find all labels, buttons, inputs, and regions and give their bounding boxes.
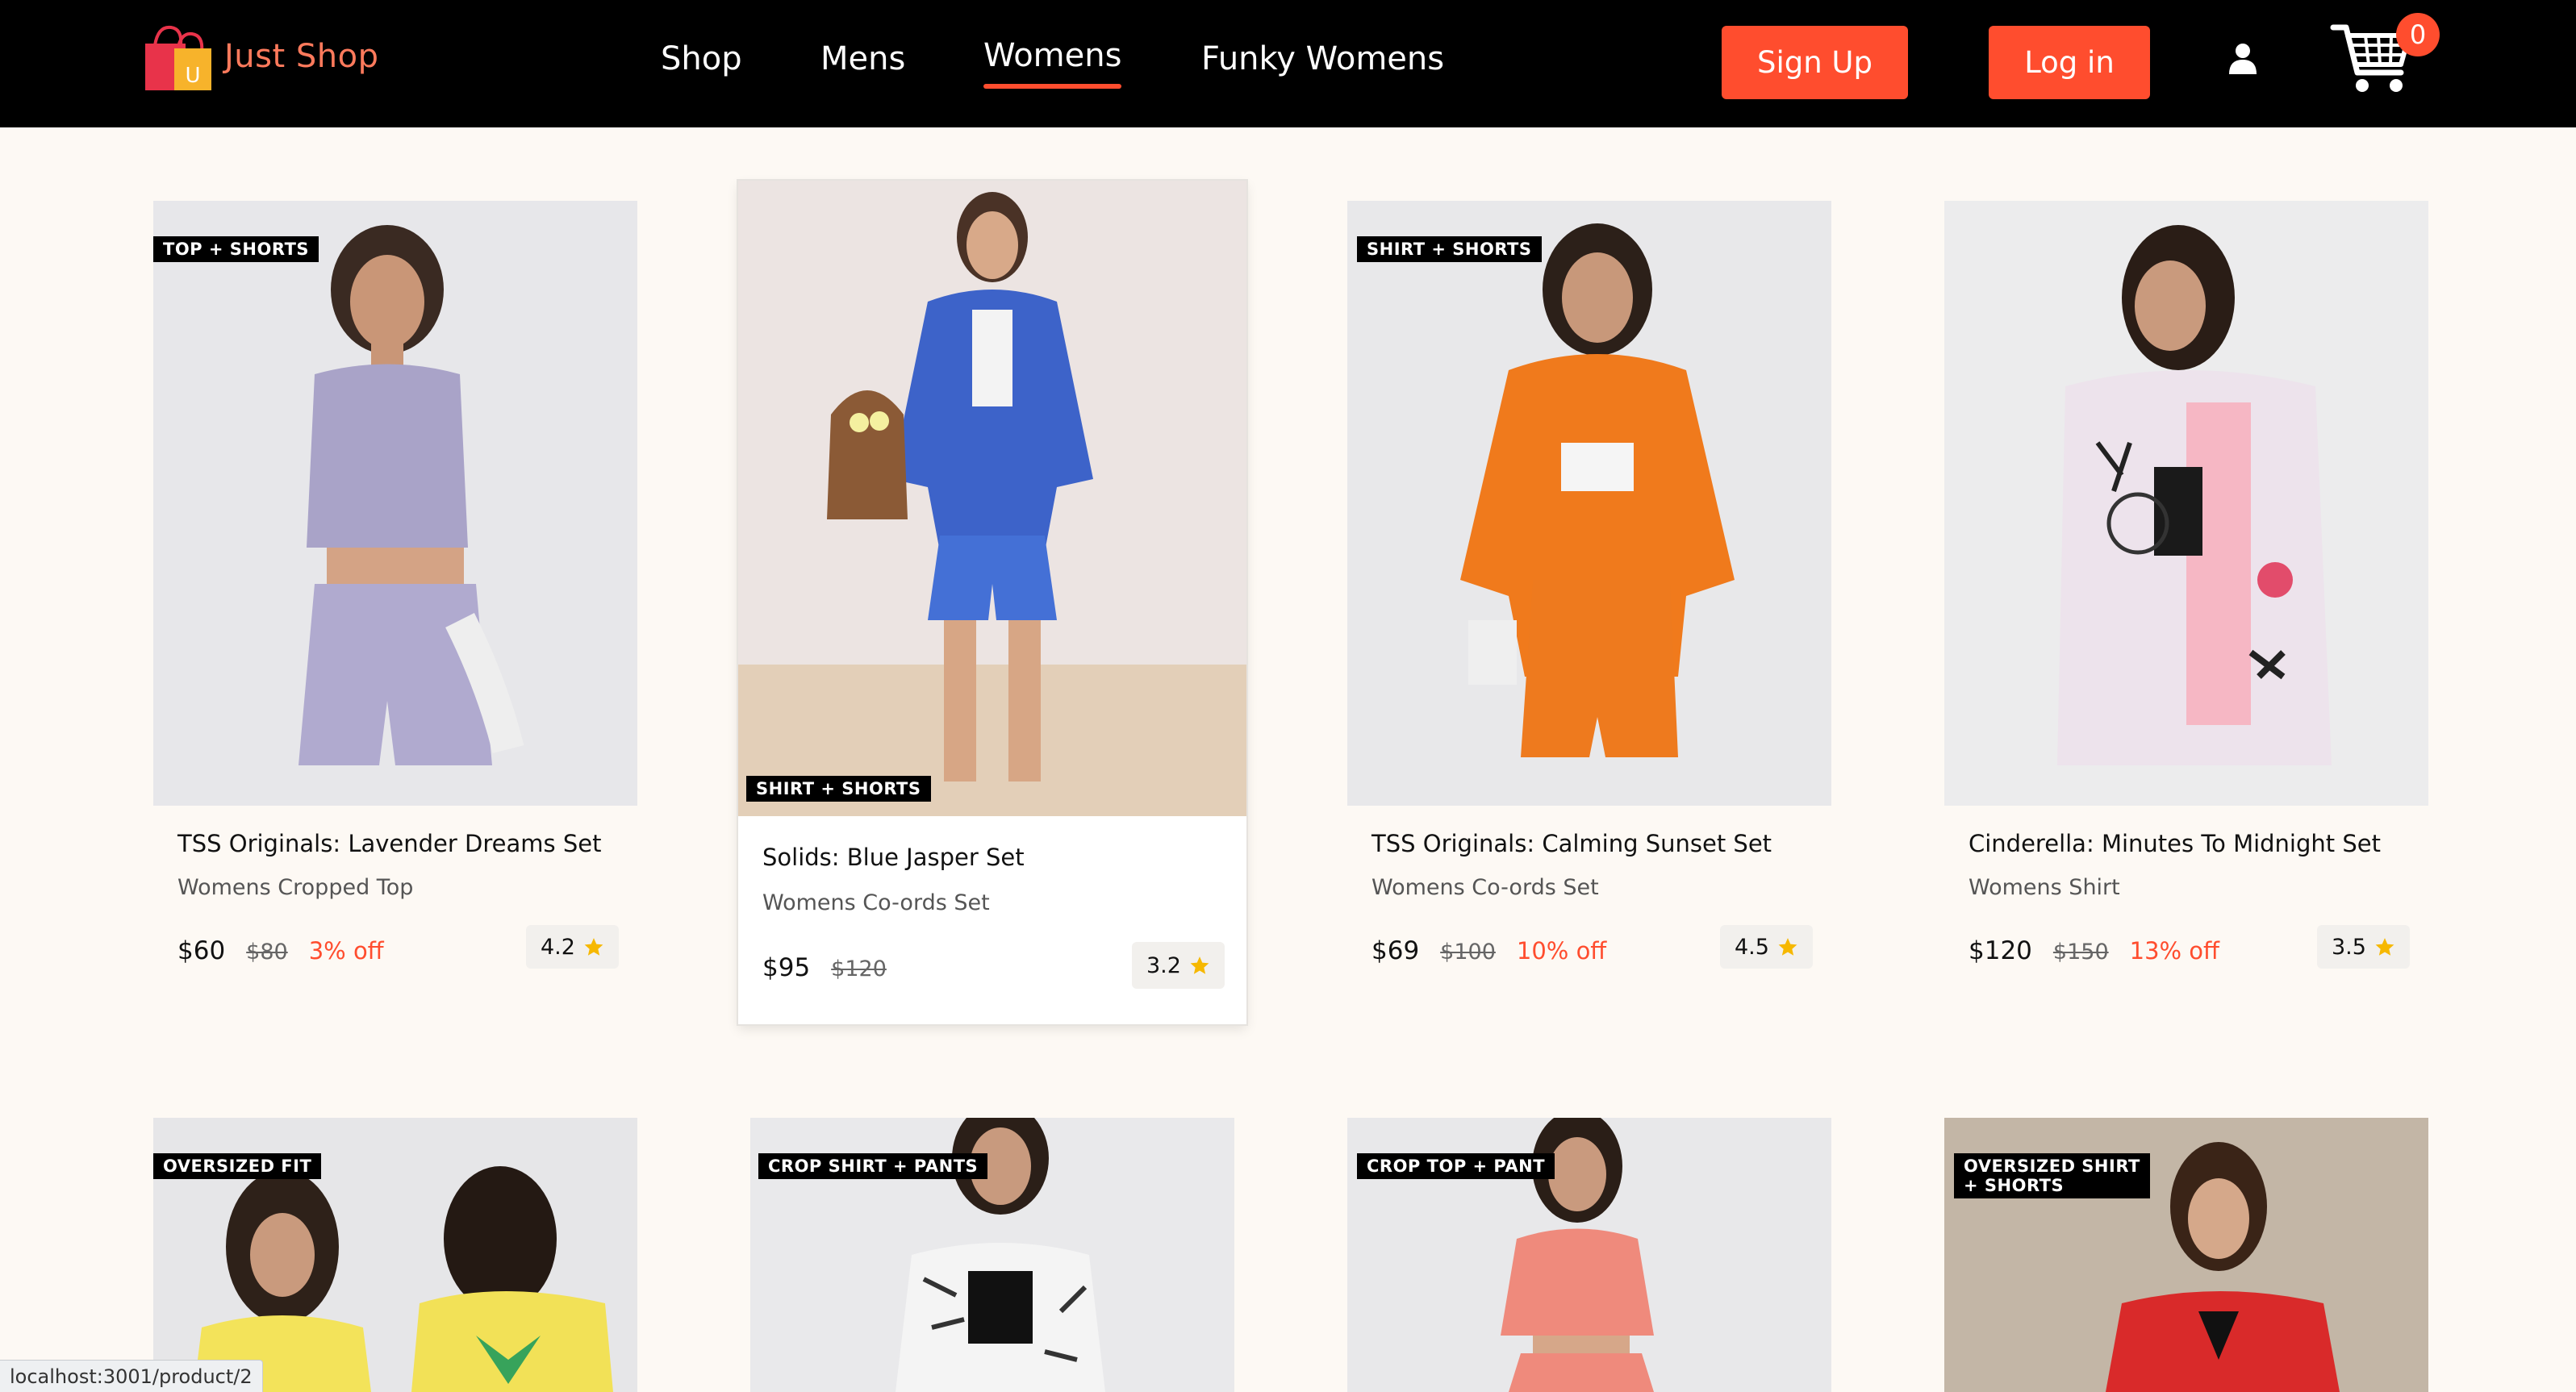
product-category: Womens Co-ords Set bbox=[1372, 875, 1599, 900]
star-icon bbox=[2375, 938, 2394, 956]
product-title: TSS Originals: Lavender Dreams Set bbox=[177, 830, 602, 857]
product-discount: 3% off bbox=[308, 937, 384, 965]
rating-badge: 4.5 bbox=[1720, 925, 1813, 969]
product-image[interactable]: OVERSIZED FIT bbox=[153, 1118, 637, 1392]
product-card[interactable]: SHIRT + SHORTS TSS Originals: Calming Su… bbox=[1347, 201, 1831, 1007]
product-price: $95 bbox=[762, 953, 811, 982]
product-tag: CROP SHIRT + PANTS bbox=[758, 1153, 988, 1180]
product-card[interactable]: SHIRT + SHORTS Solids: Blue Jasper Set W… bbox=[738, 181, 1246, 1024]
product-tag: OVERSIZED FIT bbox=[153, 1153, 322, 1180]
nav-link-funky-womens[interactable]: Funky Womens bbox=[1201, 40, 1444, 77]
price-row: $69 $100 10% off bbox=[1372, 936, 1606, 965]
status-bar-url: localhost:3001/product/2 bbox=[0, 1360, 263, 1392]
user-icon[interactable] bbox=[2227, 42, 2259, 74]
product-original-price: $150 bbox=[2052, 940, 2109, 965]
rating-badge: 4.2 bbox=[526, 925, 619, 969]
product-card[interactable]: TOP + SHORTS TSS Originals: Lavender Dre… bbox=[153, 201, 637, 1007]
nav-link-mens[interactable]: Mens bbox=[820, 40, 905, 77]
product-card[interactable]: CROP TOP + PANT bbox=[1347, 1118, 1831, 1392]
nav-link-shop[interactable]: Shop bbox=[661, 40, 742, 77]
product-tag: OVERSIZED SHIRT + SHORTS bbox=[1954, 1153, 2150, 1199]
rating-value: 4.2 bbox=[541, 934, 575, 960]
rating-badge: 3.2 bbox=[1132, 942, 1225, 989]
product-photo bbox=[1460, 223, 1735, 757]
product-photo bbox=[2057, 225, 2332, 765]
nav-link-womens[interactable]: Womens bbox=[983, 37, 1122, 89]
log-in-button[interactable]: Log in bbox=[1989, 26, 2150, 99]
product-tag: CROP TOP + PANT bbox=[1357, 1153, 1555, 1180]
product-original-price: $120 bbox=[831, 956, 887, 981]
brand-logo[interactable]: U Just Shop bbox=[144, 21, 379, 92]
price-row: $60 $80 3% off bbox=[177, 936, 384, 965]
product-card[interactable]: CROP SHIRT + PANTS bbox=[750, 1118, 1234, 1392]
product-card[interactable]: OVERSIZED SHIRT + SHORTS bbox=[1944, 1118, 2428, 1392]
product-discount: 10% off bbox=[1516, 937, 1607, 965]
star-icon bbox=[1778, 938, 1797, 956]
rating-value: 4.5 bbox=[1735, 934, 1769, 960]
product-image[interactable]: TOP + SHORTS bbox=[153, 201, 637, 806]
product-tag: SHIRT + SHORTS bbox=[746, 775, 931, 802]
shopping-bag-icon: U bbox=[145, 25, 211, 90]
navbar: U Just Shop Shop Mens Womens Funky Women… bbox=[0, 0, 2576, 127]
product-tag: SHIRT + SHORTS bbox=[1357, 236, 1542, 263]
star-icon bbox=[1190, 956, 1209, 974]
product-title: TSS Originals: Calming Sunset Set bbox=[1372, 830, 1772, 857]
price-row: $95 $120 bbox=[762, 953, 887, 982]
product-price: $120 bbox=[1969, 936, 2032, 965]
logo-letter: U bbox=[185, 64, 200, 88]
rating-value: 3.5 bbox=[2332, 934, 2366, 960]
product-image[interactable]: CROP TOP + PANT bbox=[1347, 1118, 1831, 1392]
product-discount: 13% off bbox=[2129, 937, 2220, 965]
price-row: $120 $150 13% off bbox=[1969, 936, 2219, 965]
product-image[interactable]: SHIRT + SHORTS bbox=[1347, 201, 1831, 806]
product-tag: TOP + SHORTS bbox=[153, 236, 319, 263]
product-image[interactable]: OVERSIZED SHIRT + SHORTS bbox=[1944, 1118, 2428, 1392]
product-original-price: $100 bbox=[1440, 940, 1496, 965]
product-photo bbox=[738, 192, 1246, 816]
product-title: Solids: Blue Jasper Set bbox=[762, 844, 1025, 871]
product-image[interactable]: SHIRT + SHORTS bbox=[738, 181, 1246, 816]
star-icon bbox=[584, 938, 603, 956]
product-image[interactable]: CROP SHIRT + PANTS bbox=[750, 1118, 1234, 1392]
rating-badge: 3.5 bbox=[2317, 925, 2410, 969]
sign-up-button[interactable]: Sign Up bbox=[1722, 26, 1908, 99]
product-price: $69 bbox=[1372, 936, 1420, 965]
product-photo bbox=[299, 225, 524, 765]
product-category: Womens Cropped Top bbox=[177, 875, 414, 900]
brand-name: Just Shop bbox=[224, 38, 379, 75]
product-image[interactable] bbox=[1944, 201, 2428, 806]
rating-value: 3.2 bbox=[1146, 952, 1181, 978]
product-card[interactable]: Cinderella: Minutes To Midnight Set Wome… bbox=[1944, 201, 2428, 1007]
product-card[interactable]: OVERSIZED FIT bbox=[153, 1118, 637, 1392]
product-category: Womens Shirt bbox=[1969, 875, 2120, 900]
product-category: Womens Co-ords Set bbox=[762, 890, 990, 915]
product-title: Cinderella: Minutes To Midnight Set bbox=[1969, 830, 2381, 857]
cart-count-badge: 0 bbox=[2396, 13, 2440, 56]
product-original-price: $80 bbox=[246, 940, 288, 965]
product-price: $60 bbox=[177, 936, 226, 965]
